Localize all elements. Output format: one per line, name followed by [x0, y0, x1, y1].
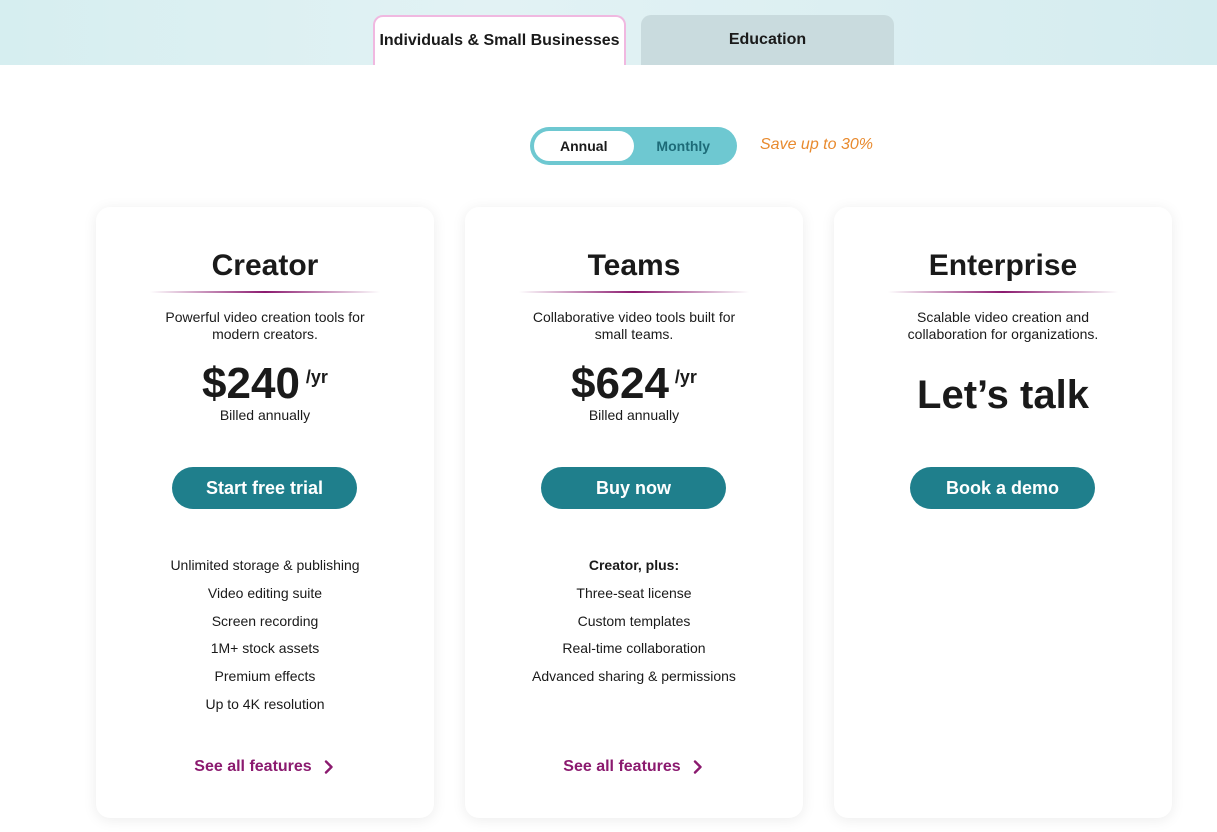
- plan-price: $624: [571, 359, 669, 408]
- see-all-label: See all features: [563, 758, 681, 775]
- feature-item: Custom templates: [577, 612, 691, 629]
- see-all-label: See all features: [194, 758, 312, 775]
- feature-item: Real-time collaboration: [562, 640, 706, 657]
- see-all-features-link[interactable]: See all features: [96, 758, 434, 776]
- price-period: /yr: [305, 367, 328, 387]
- plan-title: Teams: [587, 249, 681, 282]
- see-all-features-link[interactable]: See all features: [465, 758, 803, 776]
- billing-note: Billed annually: [588, 407, 680, 423]
- feature-heading: Creator, plus:: [588, 557, 680, 573]
- plan-description: Scalable video creation and collaboratio…: [907, 309, 1099, 342]
- feature-item: Advanced sharing & permissions: [532, 668, 736, 685]
- feature-item: Three-seat license: [576, 584, 692, 601]
- plan-title: Enterprise: [928, 249, 1078, 282]
- plan-description: Collaborative video tools built for smal…: [532, 309, 736, 342]
- title-divider: [150, 291, 380, 293]
- tab-education[interactable]: Education: [641, 15, 894, 65]
- title-divider: [888, 291, 1118, 293]
- feature-list: Creator, plus: Three-seat license Custom…: [465, 556, 803, 695]
- buy-now-button[interactable]: Buy now: [541, 467, 726, 509]
- plan-card-teams: Teams Collaborative video tools built fo…: [465, 207, 803, 818]
- plan-description: Powerful video creation tools for modern…: [165, 309, 365, 342]
- book-a-demo-button[interactable]: Book a demo: [910, 467, 1095, 509]
- plan-card-creator: Creator Powerful video creation tools fo…: [96, 207, 434, 818]
- price-period: /yr: [674, 367, 697, 387]
- toggle-monthly[interactable]: Monthly: [634, 131, 734, 161]
- billing-note: Billed annually: [219, 407, 311, 423]
- feature-item: Unlimited storage & publishing: [170, 557, 360, 573]
- contact-pricing: Let’s talk: [917, 373, 1089, 417]
- plan-title: Creator: [211, 249, 319, 282]
- chevron-right-icon: [693, 760, 702, 774]
- feature-item: Up to 4K resolution: [205, 695, 325, 712]
- price-row: $624 /yr: [465, 359, 803, 409]
- billing-toggle[interactable]: Annual Monthly: [530, 127, 737, 165]
- save-note: Save up to 30%: [760, 136, 873, 153]
- title-divider: [519, 291, 749, 293]
- tab-individuals[interactable]: Individuals & Small Businesses: [373, 15, 626, 65]
- plan-price: $240: [202, 359, 300, 408]
- feature-item: 1M+ stock assets: [210, 640, 320, 657]
- feature-item: Screen recording: [211, 612, 319, 629]
- feature-item: Premium effects: [214, 668, 316, 685]
- feature-item: Video editing suite: [207, 584, 323, 601]
- chevron-right-icon: [324, 760, 333, 774]
- price-row: $240 /yr: [96, 359, 434, 409]
- start-free-trial-button[interactable]: Start free trial: [172, 467, 357, 509]
- feature-list: Unlimited storage & publishing Video edi…: [96, 556, 434, 723]
- plan-card-enterprise: Enterprise Scalable video creation and c…: [834, 207, 1172, 818]
- toggle-annual[interactable]: Annual: [534, 131, 634, 161]
